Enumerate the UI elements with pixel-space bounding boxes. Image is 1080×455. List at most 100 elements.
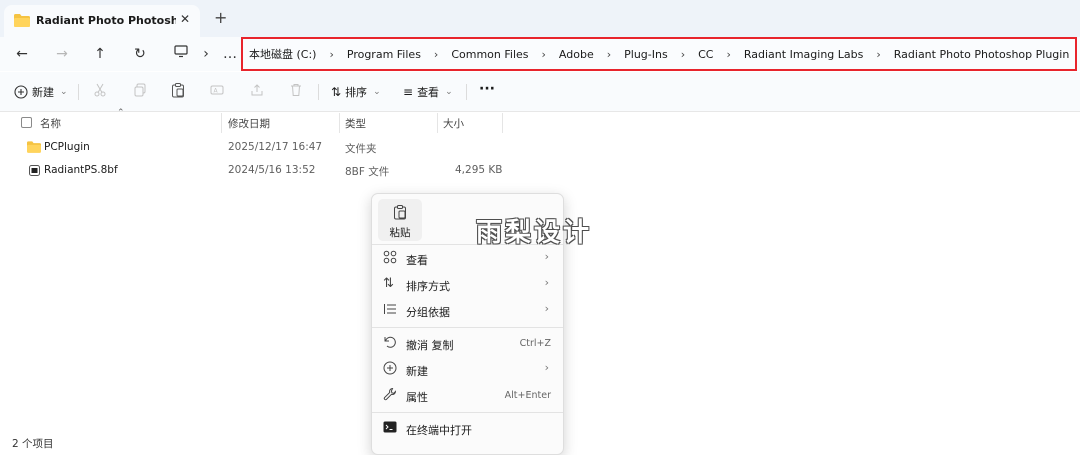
sort-button[interactable]: ⇅ 排序 ⌄ — [331, 84, 381, 100]
breadcrumb-item[interactable]: Radiant Photo Photoshop Plugin — [894, 48, 1070, 61]
chevron-right-icon: › — [544, 250, 549, 263]
column-divider[interactable] — [221, 113, 222, 133]
column-divider[interactable] — [502, 113, 503, 133]
plus-circle-icon — [14, 85, 28, 99]
rename-icon[interactable]: A — [210, 83, 224, 101]
chevron-right-icon: › — [203, 46, 209, 62]
new-button[interactable]: 新建 ⌄ — [14, 84, 68, 100]
menu-item-sort-by[interactable]: ⇅ 排序方式 › — [372, 271, 563, 297]
sort-icon: ⇅ — [383, 276, 394, 291]
chevron-right-icon[interactable]: › — [542, 48, 546, 61]
paste-label: 粘贴 — [389, 227, 411, 239]
chevron-right-icon: › — [544, 302, 549, 315]
menu-item-label: 分组依据 — [406, 306, 450, 319]
chevron-right-icon[interactable]: › — [876, 48, 880, 61]
chevron-right-icon: › — [544, 361, 549, 374]
menu-item-label: 新建 — [406, 365, 428, 378]
column-type[interactable]: 类型 — [345, 116, 366, 131]
column-name[interactable]: 名称 — [40, 116, 61, 131]
breadcrumb-item[interactable]: Radiant Imaging Labs — [744, 48, 863, 61]
tab-current[interactable]: Radiant Photo Photoshop Plug ✕ — [4, 5, 200, 37]
back-arrow-icon[interactable]: ← — [12, 44, 32, 64]
file-size: 4,295 KB — [455, 164, 503, 176]
column-divider[interactable] — [339, 113, 340, 133]
divider — [78, 84, 79, 100]
menu-item-label: 排序方式 — [406, 280, 450, 293]
breadcrumb-item[interactable]: Plug-Ins — [624, 48, 668, 61]
chevron-right-icon[interactable]: › — [329, 48, 333, 61]
column-modified[interactable]: 修改日期 — [228, 116, 270, 131]
menu-item-group-by[interactable]: 分组依据 › — [372, 297, 563, 323]
title-bar: Radiant Photo Photoshop Plug ✕ + — [0, 0, 1080, 37]
chevron-right-icon[interactable]: › — [607, 48, 611, 61]
column-headers: ⌃ 名称 修改日期 类型 大小 — [0, 108, 1080, 135]
paste-icon — [378, 205, 422, 223]
view-lines-icon: ≡ — [403, 85, 414, 99]
more-options-button[interactable]: ··· — [479, 81, 495, 97]
group-icon — [383, 302, 399, 318]
file-row[interactable]: RadiantPS.8bf 2024/5/16 13:52 8BF 文件 4,2… — [0, 160, 600, 182]
menu-item-label: 属性 — [406, 391, 428, 404]
chevron-right-icon[interactable]: › — [681, 48, 685, 61]
up-arrow-icon[interactable]: ↑ — [90, 44, 110, 64]
forward-arrow-icon[interactable]: → — [52, 44, 72, 64]
menu-item-properties[interactable]: 属性 Alt+Enter — [372, 382, 563, 408]
view-button[interactable]: ≡ 查看 ⌄ — [403, 84, 453, 100]
breadcrumb-item[interactable]: Common Files — [451, 48, 528, 61]
refresh-icon[interactable]: ↻ — [130, 44, 150, 64]
chevron-down-icon: ⌄ — [60, 87, 68, 97]
breadcrumb-item[interactable]: Program Files — [347, 48, 421, 61]
undo-icon — [383, 335, 399, 351]
menu-item-label: 在终端中打开 — [406, 424, 472, 437]
computer-icon[interactable] — [171, 44, 191, 64]
shortcut-text: Ctrl+Z — [519, 338, 551, 349]
breadcrumb-item[interactable]: Adobe — [559, 48, 594, 61]
chevron-right-icon: › — [544, 276, 549, 289]
file-name: RadiantPS.8bf — [44, 164, 118, 176]
file-modified: 2025/12/17 16:47 — [228, 141, 323, 153]
chevron-right-icon[interactable]: › — [726, 48, 730, 61]
menu-item-open-in-terminal[interactable]: 在终端中打开 — [372, 415, 563, 441]
sort-button-label: 排序 — [345, 86, 368, 99]
breadcrumb-item[interactable]: 本地磁盘 (C:) — [249, 46, 316, 62]
menu-item-label: 撤消 复制 — [406, 339, 454, 352]
divider — [318, 84, 319, 100]
command-bar: 新建 ⌄ A ⇅ 排序 ⌄ ≡ 查看 ⌄ ··· — [0, 72, 1080, 112]
view-button-label: 查看 — [417, 86, 440, 99]
copy-icon[interactable] — [133, 83, 147, 101]
file-row[interactable]: PCPlugin 2025/12/17 16:47 文件夹 — [0, 137, 600, 159]
new-tab-button[interactable]: + — [214, 8, 227, 27]
file-name: PCPlugin — [44, 141, 90, 153]
cut-icon[interactable] — [93, 83, 107, 101]
share-icon[interactable] — [250, 83, 264, 101]
close-tab-icon[interactable]: ✕ — [180, 12, 190, 26]
grid-icon — [383, 250, 399, 266]
status-bar-count: 2 个项目 — [12, 438, 54, 450]
svg-text:A: A — [214, 88, 219, 95]
menu-item-new[interactable]: 新建 › — [372, 356, 563, 382]
address-bar[interactable]: 本地磁盘 (C:) › Program Files › Common Files › Ado… — [241, 37, 1077, 71]
folder-icon — [14, 14, 30, 30]
select-all-checkbox[interactable] — [21, 117, 32, 128]
menu-divider — [372, 327, 563, 328]
shortcut-text: Alt+Enter — [504, 390, 551, 401]
delete-icon[interactable] — [289, 83, 303, 101]
chevron-down-icon: ⌄ — [373, 87, 381, 97]
file-icon — [29, 165, 40, 179]
column-size[interactable]: 大小 — [443, 116, 464, 131]
file-modified: 2024/5/16 13:52 — [228, 164, 316, 176]
breadcrumb-item[interactable]: CC — [698, 48, 713, 61]
sort-icon: ⇅ — [331, 85, 342, 99]
plus-circle-icon — [383, 361, 399, 377]
menu-item-undo-copy[interactable]: 撤消 复制 Ctrl+Z — [372, 330, 563, 356]
tab-title: Radiant Photo Photoshop Plug — [36, 14, 176, 27]
paste-button[interactable]: 粘贴 — [378, 199, 422, 241]
more-locations-icon[interactable]: … — [220, 44, 240, 64]
chevron-down-icon: ⌄ — [445, 87, 453, 97]
new-button-label: 新建 — [32, 86, 54, 99]
breadcrumb: 本地磁盘 (C:) › Program Files › Common Files › Ado… — [249, 46, 1080, 62]
paste-icon[interactable] — [171, 83, 185, 102]
column-divider[interactable] — [437, 113, 438, 133]
chevron-right-icon[interactable]: › — [434, 48, 438, 61]
file-type: 文件夹 — [345, 143, 377, 155]
